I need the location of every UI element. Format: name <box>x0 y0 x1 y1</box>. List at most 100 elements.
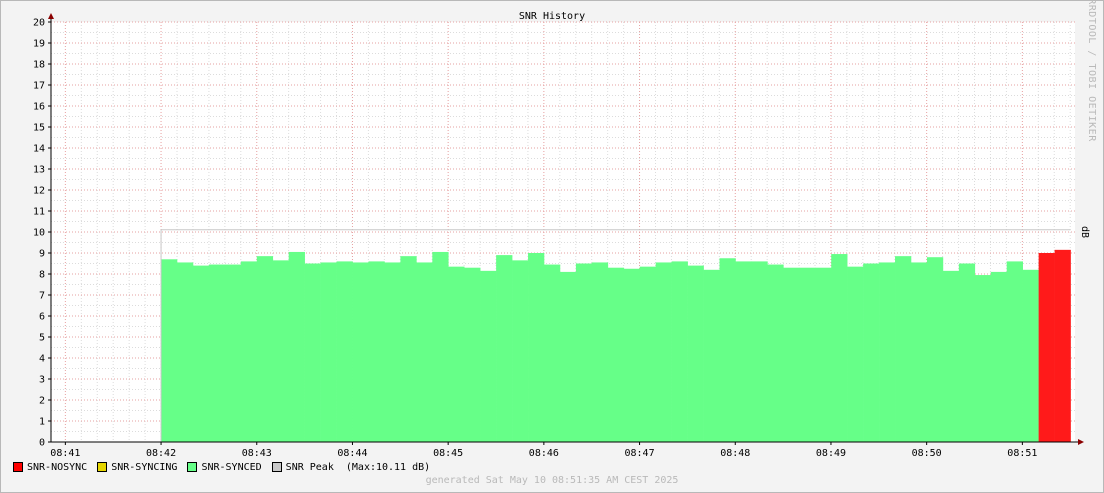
bar-synced <box>208 264 226 442</box>
bar-synced <box>432 251 449 442</box>
y-tick-label: 5 <box>39 333 45 344</box>
y-tick-label: 3 <box>39 375 45 386</box>
bar-synced <box>240 261 258 442</box>
bar-synced <box>815 267 832 442</box>
legend-label-synced: SNR-SYNCED <box>201 461 262 473</box>
bar-synced <box>783 267 800 442</box>
legend-swatch-peak <box>271 462 282 472</box>
bar-synced <box>320 262 337 442</box>
bar-synced <box>288 251 305 442</box>
x-tick-label: 08:43 <box>242 448 272 459</box>
x-tick-label: 08:51 <box>1007 448 1037 459</box>
generated-timestamp: generated Sat May 10 08:51:35 AM CEST 20… <box>425 475 679 486</box>
bar-synced <box>703 269 720 442</box>
bar-synced <box>735 261 752 442</box>
legend-item-nosync: SNR-NOSYNC <box>13 462 87 473</box>
y-tick-label: 2 <box>39 396 45 407</box>
legend: SNR-NOSYNC SNR-SYNCING SNR-SYNCED SNR Pe… <box>13 461 440 473</box>
x-tick-label: 08:50 <box>912 448 942 459</box>
bar-synced <box>655 262 672 442</box>
bar-synced <box>591 262 609 442</box>
x-tick-label: 08:45 <box>433 448 463 459</box>
y-axis-arrow-icon <box>48 13 54 19</box>
legend-item-peak: SNR Peak (Max:10.11 dB) <box>271 461 431 473</box>
bar-synced <box>990 271 1008 442</box>
x-tick-label: 08:48 <box>720 448 750 459</box>
bar-synced <box>192 265 210 442</box>
legend-swatch-synced <box>187 462 198 472</box>
bar-synced <box>256 256 274 442</box>
y-tick-label: 6 <box>39 312 45 323</box>
x-tick-label: 08:42 <box>146 448 176 459</box>
bar-synced <box>942 270 960 442</box>
rrdtool-watermark: RRDTOOL / TOBI OETIKER <box>1086 0 1097 142</box>
bar-synced <box>272 260 290 442</box>
y-tick-label: 1 <box>39 417 45 428</box>
bar-synced <box>751 261 768 442</box>
x-tick-label: 08:41 <box>50 448 80 459</box>
bar-synced <box>1022 269 1039 442</box>
y-tick-label: 20 <box>33 18 45 29</box>
legend-swatch-nosync <box>13 462 23 472</box>
y-tick-label: 13 <box>33 165 45 176</box>
bar-synced <box>974 275 992 442</box>
bar-synced <box>512 260 529 442</box>
legend-label-nosync: SNR-NOSYNC <box>27 461 88 473</box>
bar-synced <box>304 263 321 442</box>
y-tick-label: 0 <box>39 438 45 449</box>
chart-title: SNR History <box>519 11 585 22</box>
bar-nosync <box>1054 249 1071 442</box>
bar-synced <box>336 261 353 442</box>
legend-swatch-syncing <box>97 462 108 472</box>
bar-synced <box>767 264 784 442</box>
bar-synced <box>623 268 641 442</box>
y-unit-label: dB <box>1079 226 1090 238</box>
bar-synced <box>559 271 577 442</box>
y-tick-label: 16 <box>33 102 45 113</box>
y-tick-label: 15 <box>33 123 45 134</box>
bar-synced <box>895 256 912 442</box>
y-tick-label: 8 <box>39 270 45 281</box>
bar-synced <box>400 256 417 442</box>
bar-nosync <box>1038 253 1055 442</box>
bar-synced <box>671 261 688 442</box>
x-tick-label: 08:46 <box>529 448 559 459</box>
legend-label-peak: SNR Peak (Max:10.11 dB) <box>285 461 431 473</box>
y-tick-label: 14 <box>33 144 45 155</box>
legend-label-syncing: SNR-SYNCING <box>111 461 178 473</box>
bar-synced <box>863 263 880 442</box>
bar-synced <box>352 262 369 442</box>
bar-synced <box>161 259 178 442</box>
bar-synced <box>416 262 433 442</box>
bar-synced <box>847 266 864 442</box>
legend-item-synced: SNR-SYNCED <box>187 461 262 473</box>
bar-synced <box>926 257 944 442</box>
legend-item-syncing: SNR-SYNCING <box>97 462 177 473</box>
bar-synced <box>464 267 481 442</box>
bar-synced <box>831 254 848 442</box>
x-tick-label: 08:47 <box>625 448 655 459</box>
y-tick-labels: 01234567891011121314151617181920 <box>33 18 45 449</box>
bar-synced <box>480 270 497 442</box>
bar-synced <box>687 265 704 442</box>
y-tick-label: 9 <box>39 249 45 260</box>
bar-synced <box>1006 261 1023 442</box>
bar-synced <box>639 266 656 442</box>
bar-synced <box>496 255 513 442</box>
bar-synced <box>910 262 928 442</box>
bar-synced <box>607 267 625 442</box>
bar-synced <box>528 253 545 442</box>
bar-synced <box>879 262 896 442</box>
bar-synced <box>368 261 385 442</box>
bar-synced <box>958 263 976 442</box>
y-tick-label: 17 <box>33 81 45 92</box>
bar-synced <box>177 262 194 442</box>
y-tick-label: 18 <box>33 60 45 71</box>
bar-synced <box>543 264 561 442</box>
x-tick-label: 08:49 <box>816 448 846 459</box>
y-tick-label: 10 <box>33 228 45 239</box>
bar-synced <box>448 266 465 442</box>
bar-synced <box>719 258 736 442</box>
snr-chart: 01234567891011121314151617181920 08:41 08… <box>33 0 1097 459</box>
bar-synced <box>799 267 816 442</box>
